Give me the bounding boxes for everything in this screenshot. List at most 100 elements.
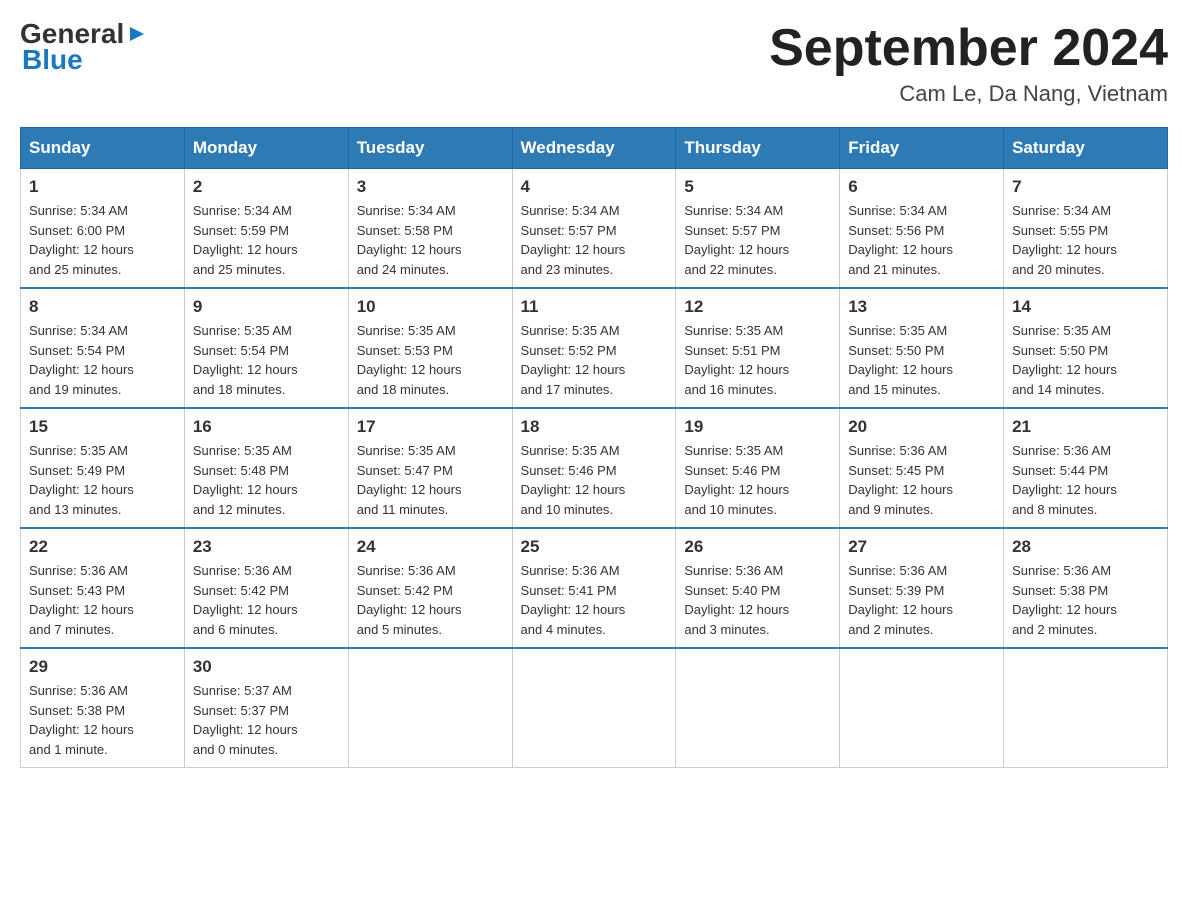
day-number: 15	[29, 417, 176, 437]
day-number: 29	[29, 657, 176, 677]
day-number: 11	[521, 297, 668, 317]
calendar-cell: 28 Sunrise: 5:36 AM Sunset: 5:38 PM Dayli…	[1004, 528, 1168, 648]
day-number: 6	[848, 177, 995, 197]
day-number: 30	[193, 657, 340, 677]
day-info: Sunrise: 5:34 AM Sunset: 5:58 PM Dayligh…	[357, 201, 504, 279]
day-number: 8	[29, 297, 176, 317]
day-number: 26	[684, 537, 831, 557]
day-number: 24	[357, 537, 504, 557]
calendar-cell: 20 Sunrise: 5:36 AM Sunset: 5:45 PM Dayli…	[840, 408, 1004, 528]
day-info: Sunrise: 5:35 AM Sunset: 5:54 PM Dayligh…	[193, 321, 340, 399]
calendar-cell: 26 Sunrise: 5:36 AM Sunset: 5:40 PM Dayli…	[676, 528, 840, 648]
title-area: September 2024 Cam Le, Da Nang, Vietnam	[769, 20, 1168, 107]
day-info: Sunrise: 5:35 AM Sunset: 5:46 PM Dayligh…	[521, 441, 668, 519]
calendar-cell: 4 Sunrise: 5:34 AM Sunset: 5:57 PM Daylig…	[512, 169, 676, 289]
day-number: 9	[193, 297, 340, 317]
day-info: Sunrise: 5:37 AM Sunset: 5:37 PM Dayligh…	[193, 681, 340, 759]
calendar-cell: 11 Sunrise: 5:35 AM Sunset: 5:52 PM Dayli…	[512, 288, 676, 408]
calendar-cell: 23 Sunrise: 5:36 AM Sunset: 5:42 PM Dayli…	[184, 528, 348, 648]
day-number: 13	[848, 297, 995, 317]
calendar-cell	[676, 648, 840, 768]
day-info: Sunrise: 5:35 AM Sunset: 5:48 PM Dayligh…	[193, 441, 340, 519]
day-number: 22	[29, 537, 176, 557]
day-info: Sunrise: 5:36 AM Sunset: 5:40 PM Dayligh…	[684, 561, 831, 639]
calendar-cell: 3 Sunrise: 5:34 AM Sunset: 5:58 PM Daylig…	[348, 169, 512, 289]
calendar-cell: 13 Sunrise: 5:35 AM Sunset: 5:50 PM Dayli…	[840, 288, 1004, 408]
day-info: Sunrise: 5:36 AM Sunset: 5:41 PM Dayligh…	[521, 561, 668, 639]
calendar-cell: 22Sunrise: 5:36 AM Sunset: 5:43 PM Dayli…	[21, 528, 185, 648]
calendar-week-row: 8Sunrise: 5:34 AM Sunset: 5:54 PM Daylig…	[21, 288, 1168, 408]
day-info: Sunrise: 5:35 AM Sunset: 5:47 PM Dayligh…	[357, 441, 504, 519]
day-number: 7	[1012, 177, 1159, 197]
weekday-header-monday: Monday	[184, 128, 348, 169]
logo-blue-text: Blue	[22, 44, 83, 76]
day-info: Sunrise: 5:35 AM Sunset: 5:46 PM Dayligh…	[684, 441, 831, 519]
calendar-cell: 16 Sunrise: 5:35 AM Sunset: 5:48 PM Dayli…	[184, 408, 348, 528]
weekday-header-sunday: Sunday	[21, 128, 185, 169]
page-header: General Blue September 2024 Cam Le, Da N…	[20, 20, 1168, 107]
day-number: 12	[684, 297, 831, 317]
calendar-cell: 30 Sunrise: 5:37 AM Sunset: 5:37 PM Dayli…	[184, 648, 348, 768]
day-number: 17	[357, 417, 504, 437]
calendar-cell: 2 Sunrise: 5:34 AM Sunset: 5:59 PM Daylig…	[184, 169, 348, 289]
day-number: 4	[521, 177, 668, 197]
day-info: Sunrise: 5:36 AM Sunset: 5:39 PM Dayligh…	[848, 561, 995, 639]
day-info: Sunrise: 5:36 AM Sunset: 5:44 PM Dayligh…	[1012, 441, 1159, 519]
day-info: Sunrise: 5:35 AM Sunset: 5:52 PM Dayligh…	[521, 321, 668, 399]
day-info: Sunrise: 5:35 AM Sunset: 5:49 PM Dayligh…	[29, 441, 176, 519]
calendar-cell: 5Sunrise: 5:34 AM Sunset: 5:57 PM Daylig…	[676, 169, 840, 289]
day-info: Sunrise: 5:34 AM Sunset: 6:00 PM Dayligh…	[29, 201, 176, 279]
calendar-cell: 18Sunrise: 5:35 AM Sunset: 5:46 PM Dayli…	[512, 408, 676, 528]
calendar-week-row: 22Sunrise: 5:36 AM Sunset: 5:43 PM Dayli…	[21, 528, 1168, 648]
day-info: Sunrise: 5:35 AM Sunset: 5:50 PM Dayligh…	[848, 321, 995, 399]
calendar-week-row: 29 Sunrise: 5:36 AM Sunset: 5:38 PM Dayli…	[21, 648, 1168, 768]
weekday-header-saturday: Saturday	[1004, 128, 1168, 169]
calendar-week-row: 1 Sunrise: 5:34 AM Sunset: 6:00 PM Daylig…	[21, 169, 1168, 289]
day-info: Sunrise: 5:35 AM Sunset: 5:53 PM Dayligh…	[357, 321, 504, 399]
day-info: Sunrise: 5:34 AM Sunset: 5:56 PM Dayligh…	[848, 201, 995, 279]
calendar-cell: 10 Sunrise: 5:35 AM Sunset: 5:53 PM Dayli…	[348, 288, 512, 408]
day-number: 1	[29, 177, 176, 197]
calendar-table: SundayMondayTuesdayWednesdayThursdayFrid…	[20, 127, 1168, 768]
day-info: Sunrise: 5:36 AM Sunset: 5:42 PM Dayligh…	[193, 561, 340, 639]
weekday-header-thursday: Thursday	[676, 128, 840, 169]
calendar-cell: 6 Sunrise: 5:34 AM Sunset: 5:56 PM Daylig…	[840, 169, 1004, 289]
day-info: Sunrise: 5:34 AM Sunset: 5:57 PM Dayligh…	[684, 201, 831, 279]
calendar-cell: 14Sunrise: 5:35 AM Sunset: 5:50 PM Dayli…	[1004, 288, 1168, 408]
day-info: Sunrise: 5:34 AM Sunset: 5:57 PM Dayligh…	[521, 201, 668, 279]
day-info: Sunrise: 5:36 AM Sunset: 5:45 PM Dayligh…	[848, 441, 995, 519]
day-number: 19	[684, 417, 831, 437]
weekday-header-wednesday: Wednesday	[512, 128, 676, 169]
day-number: 23	[193, 537, 340, 557]
calendar-cell	[512, 648, 676, 768]
day-number: 10	[357, 297, 504, 317]
day-info: Sunrise: 5:36 AM Sunset: 5:38 PM Dayligh…	[1012, 561, 1159, 639]
day-number: 16	[193, 417, 340, 437]
weekday-header-row: SundayMondayTuesdayWednesdayThursdayFrid…	[21, 128, 1168, 169]
calendar-cell: 1 Sunrise: 5:34 AM Sunset: 6:00 PM Daylig…	[21, 169, 185, 289]
calendar-cell: 7 Sunrise: 5:34 AM Sunset: 5:55 PM Daylig…	[1004, 169, 1168, 289]
calendar-cell	[348, 648, 512, 768]
day-number: 25	[521, 537, 668, 557]
day-info: Sunrise: 5:35 AM Sunset: 5:51 PM Dayligh…	[684, 321, 831, 399]
logo-arrow-icon	[126, 23, 148, 45]
day-info: Sunrise: 5:34 AM Sunset: 5:55 PM Dayligh…	[1012, 201, 1159, 279]
calendar-cell: 21 Sunrise: 5:36 AM Sunset: 5:44 PM Dayli…	[1004, 408, 1168, 528]
day-info: Sunrise: 5:34 AM Sunset: 5:59 PM Dayligh…	[193, 201, 340, 279]
day-number: 2	[193, 177, 340, 197]
calendar-cell	[1004, 648, 1168, 768]
logo-area: General Blue	[20, 20, 148, 76]
day-number: 3	[357, 177, 504, 197]
calendar-cell: 29 Sunrise: 5:36 AM Sunset: 5:38 PM Dayli…	[21, 648, 185, 768]
day-number: 21	[1012, 417, 1159, 437]
calendar-cell: 8Sunrise: 5:34 AM Sunset: 5:54 PM Daylig…	[21, 288, 185, 408]
day-info: Sunrise: 5:36 AM Sunset: 5:38 PM Dayligh…	[29, 681, 176, 759]
calendar-cell: 9 Sunrise: 5:35 AM Sunset: 5:54 PM Daylig…	[184, 288, 348, 408]
calendar-week-row: 15 Sunrise: 5:35 AM Sunset: 5:49 PM Dayli…	[21, 408, 1168, 528]
calendar-cell: 15 Sunrise: 5:35 AM Sunset: 5:49 PM Dayli…	[21, 408, 185, 528]
calendar-cell: 12 Sunrise: 5:35 AM Sunset: 5:51 PM Dayli…	[676, 288, 840, 408]
calendar-cell: 25 Sunrise: 5:36 AM Sunset: 5:41 PM Dayli…	[512, 528, 676, 648]
day-number: 28	[1012, 537, 1159, 557]
month-title: September 2024	[769, 20, 1168, 77]
day-number: 20	[848, 417, 995, 437]
